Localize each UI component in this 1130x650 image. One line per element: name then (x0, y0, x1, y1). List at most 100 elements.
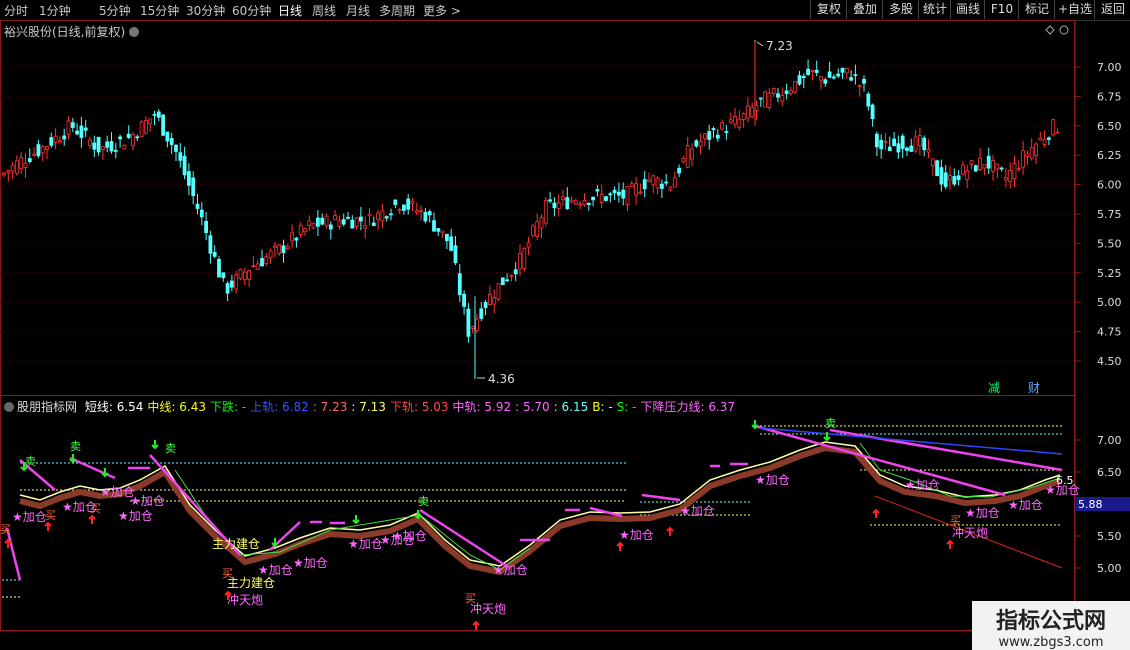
candle-body (36, 144, 41, 157)
candle-body (324, 215, 329, 227)
candle-body (857, 85, 862, 88)
chart-canvas[interactable]: 7.00 6.75 6.50 6.25 6.00 5.75 5.50 5.25 5.00 4.75… (0, 0, 1130, 650)
candle-body (333, 215, 338, 221)
candle-body (341, 219, 346, 225)
candle-body (969, 160, 974, 165)
high-price-label: 7.23 (766, 39, 793, 53)
indicator-lines (2, 424, 1063, 598)
candle-body (685, 145, 690, 168)
candle-body (204, 220, 209, 234)
candle-body (707, 131, 712, 140)
candle-body (827, 71, 832, 78)
candle-body (926, 148, 931, 153)
candle-body (582, 200, 587, 206)
candle-body (45, 146, 49, 150)
candle-body (277, 244, 282, 254)
buy-label: 买 (45, 509, 56, 522)
add-position-label: ★加仓 (755, 473, 790, 487)
price-tick-label: 5.50 (1097, 237, 1122, 250)
candle-body (358, 216, 363, 222)
candle-body (973, 165, 978, 172)
candles (2, 42, 1060, 379)
candle-body (492, 297, 497, 305)
tag-6-5: 6.5 (1056, 474, 1074, 487)
candle-body (952, 176, 957, 185)
price-tick-label: 5.25 (1097, 267, 1122, 280)
candle-body (285, 246, 290, 250)
candle-body (879, 140, 884, 150)
candle-body (660, 183, 664, 189)
rocket-label: 冲天炮 (227, 592, 263, 607)
candle-body (92, 142, 97, 150)
candle-body (462, 293, 467, 307)
candle-body (23, 162, 28, 169)
candle-body (853, 74, 858, 77)
candle-body (862, 78, 866, 84)
candle-body (247, 270, 252, 280)
candle-body (384, 216, 389, 219)
candle-body (208, 235, 213, 254)
candle-body (823, 79, 828, 84)
candle-body (264, 256, 269, 264)
candle-body (475, 318, 479, 331)
candle-body (763, 91, 767, 108)
candle-body (500, 277, 505, 286)
candle-body (234, 274, 239, 290)
candle-body (875, 133, 879, 148)
candle-body (268, 250, 273, 258)
candle-body (548, 199, 552, 202)
candle-body (939, 167, 944, 185)
candle-body (767, 92, 772, 108)
candle-body (96, 136, 101, 153)
watermark: 指标公式网 www.zbgs3.com (972, 601, 1130, 650)
candle-body (801, 75, 806, 79)
candle-body (531, 225, 535, 237)
candle-body (212, 252, 217, 257)
indicator-frame (0, 395, 1075, 631)
sell-label: 卖 (70, 440, 81, 453)
candle-body (629, 183, 634, 187)
candle-body (703, 133, 707, 139)
watermark-url: www.zbgs3.com (998, 635, 1104, 650)
price-tick-label: 6.00 (1097, 179, 1122, 192)
candle-body (406, 198, 411, 210)
candle-body (290, 232, 295, 242)
candle-body (900, 135, 905, 149)
add-position-label: ★加仓 (905, 478, 940, 492)
candle-body (161, 114, 166, 136)
candle-body (281, 245, 286, 253)
candle-body (410, 201, 415, 204)
down-arrow-icon (151, 440, 159, 450)
candle-body (346, 216, 350, 219)
candle-body (758, 97, 763, 100)
candle-body (840, 67, 845, 73)
add-position-label: ★加仓 (619, 528, 654, 542)
candle-body (126, 133, 131, 138)
price-tick-label: 6.25 (1097, 149, 1122, 162)
candle-body (165, 131, 170, 142)
candle-body (625, 186, 630, 205)
candle-body (832, 76, 836, 79)
candle-body (88, 139, 92, 146)
buy-label: 买 (0, 523, 11, 536)
candle-body (191, 177, 196, 197)
candle-body (53, 135, 58, 143)
candle-body (427, 211, 432, 216)
pressure-segment (641, 493, 681, 502)
candle-body (668, 186, 673, 191)
add-position-label: ★加仓 (12, 510, 47, 524)
candle-body (724, 131, 729, 133)
candle-body (105, 141, 110, 148)
up-arrow-icon (666, 526, 674, 536)
up-arrow-icon (472, 620, 480, 630)
candle-body (836, 73, 841, 77)
candle-body (363, 224, 368, 229)
up-arrow-icon (616, 541, 624, 551)
candle-body (918, 135, 922, 147)
candle-body (922, 137, 927, 151)
candle-body (70, 122, 75, 128)
candle-body (118, 136, 122, 140)
candle-body (2, 172, 6, 176)
candle-body (737, 118, 742, 128)
candle-body (49, 137, 54, 146)
